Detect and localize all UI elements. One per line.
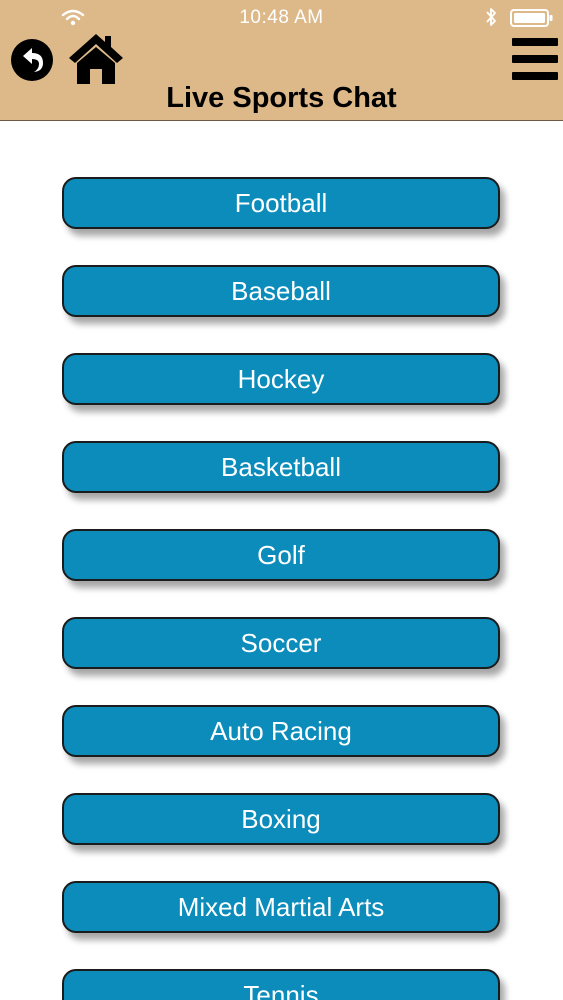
home-icon (69, 34, 123, 84)
sports-list: Football Baseball Hockey Basketball Golf… (0, 121, 563, 1000)
sport-button-hockey[interactable]: Hockey (62, 353, 500, 405)
menu-icon-bar-bottom (512, 72, 558, 80)
menu-icon-bar-top (512, 38, 558, 46)
sport-button-golf[interactable]: Golf (62, 529, 500, 581)
sport-button-mixed-martial-arts[interactable]: Mixed Martial Arts (62, 881, 500, 933)
home-button[interactable] (66, 30, 126, 86)
bluetooth-icon (486, 8, 496, 26)
sport-button-tennis[interactable]: Tennis (62, 969, 500, 1000)
status-time: 10:48 AM (239, 7, 324, 28)
sport-button-auto-racing[interactable]: Auto Racing (62, 705, 500, 757)
back-icon (11, 39, 53, 81)
sport-button-soccer[interactable]: Soccer (62, 617, 500, 669)
app-screen: 10:48 AM Live Sports Chat Football Baseb… (0, 0, 563, 1000)
menu-button[interactable] (510, 38, 560, 82)
sport-button-football[interactable]: Football (62, 177, 500, 229)
page-title: Live Sports Chat (166, 82, 397, 114)
back-button[interactable] (8, 36, 56, 84)
sport-button-basketball[interactable]: Basketball (62, 441, 500, 493)
battery-icon (510, 9, 553, 27)
sport-button-baseball[interactable]: Baseball (62, 265, 500, 317)
header-bar: 10:48 AM Live Sports Chat (0, 0, 563, 121)
menu-icon-bar-middle (512, 55, 558, 63)
sport-button-boxing[interactable]: Boxing (62, 793, 500, 845)
